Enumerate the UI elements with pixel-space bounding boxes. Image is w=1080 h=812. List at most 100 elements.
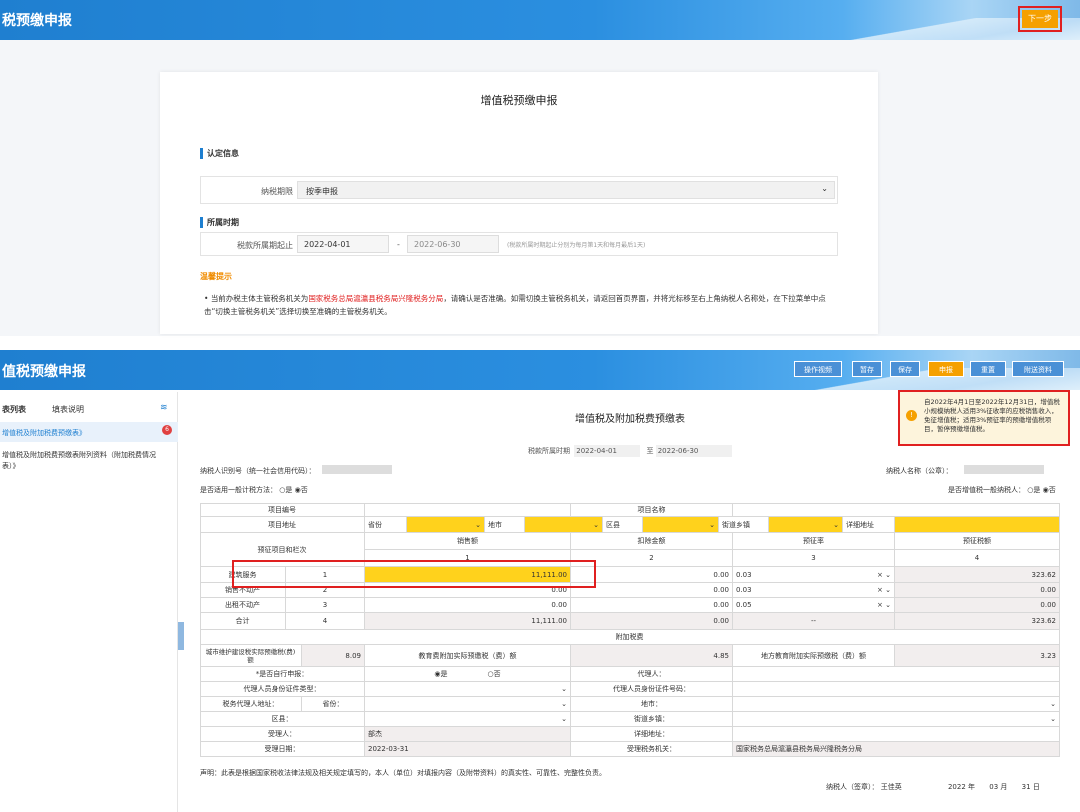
accept-date-value: 2022-03-31 <box>365 742 571 756</box>
row-no: 4 <box>286 613 365 629</box>
section-identify: 认定信息 <box>200 148 239 159</box>
total-deduct: 0.00 <box>571 613 733 629</box>
deduct-input[interactable]: 0.00 <box>571 598 733 612</box>
sidebar: 表列表 填表说明 ≋ 增值税及附加税费预缴表》 6 增值税及附加税费预缴表附列资… <box>0 392 178 812</box>
project-no-input[interactable] <box>365 504 571 516</box>
sign-year: 2022 <box>947 783 966 791</box>
city-label: 地市 <box>485 517 525 532</box>
period-type-select[interactable]: 按季申报 ⌄ <box>297 181 835 199</box>
table-row: 受理人： 部杰 详细地址： <box>200 727 1060 742</box>
project-name-input[interactable] <box>733 504 1060 516</box>
detail-addr-input[interactable] <box>895 517 1060 532</box>
total-sales: 11,111.00 <box>365 613 571 629</box>
rate-value: 0.05 <box>736 601 752 609</box>
form-period-from: 2022-04-01 <box>574 445 641 457</box>
taxpayer-name-masked <box>964 465 1044 474</box>
tax-value: 0.00 <box>895 598 1060 612</box>
section-period: 所属时期 <box>200 217 239 228</box>
sign-name: 王佳英 <box>880 783 902 791</box>
handler-value: 部杰 <box>365 727 571 741</box>
sign-day: 31 <box>1021 783 1031 791</box>
temp-save-button[interactable]: 暂存 <box>852 361 882 377</box>
form-period-label: 税款所属时期 <box>528 447 570 455</box>
clear-chevron-icon[interactable]: × ⌄ <box>877 601 891 609</box>
agent-id-no-input[interactable] <box>733 682 1060 696</box>
rate-select[interactable]: 0.03 × ⌄ <box>733 567 895 582</box>
top-header: 税预缴申报 下一步 <box>0 0 1080 40</box>
col-rate-header: 预征率 <box>733 533 895 549</box>
agent-label: 代理人： <box>571 667 733 681</box>
attachment-button[interactable]: 附送资料 <box>1012 361 1064 377</box>
tab-instructions[interactable]: 填表说明 <box>52 404 84 415</box>
rate-select[interactable]: 0.03 × ⌄ <box>733 583 895 597</box>
detail-addr-input-2[interactable] <box>733 727 1060 741</box>
general-method-label: 是否适用一般计税方法： <box>200 486 277 494</box>
row-name: 出租不动产 <box>200 598 286 612</box>
sidebar-item-label: 增值税及附加税费预缴表》 <box>2 429 86 437</box>
street-select[interactable]: ⌄ <box>769 517 843 532</box>
tab-form-list[interactable]: 表列表 <box>2 404 26 415</box>
date-dash: - <box>397 240 400 249</box>
clear-chevron-icon[interactable]: × ⌄ <box>877 571 891 579</box>
province-select[interactable]: ⌄ <box>407 517 485 532</box>
warning-icon: ! <box>906 410 917 421</box>
taxpayer-name-label: 纳税人名称（公章）： <box>886 467 953 475</box>
save-button[interactable]: 保存 <box>890 361 920 377</box>
general-yes: 是 <box>285 486 293 494</box>
project-name-label: 项目名称 <box>571 504 733 516</box>
row-name: 合计 <box>200 613 286 629</box>
sales-input[interactable]: 0.00 <box>365 598 571 612</box>
table-row: 合计 4 11,111.00 0.00 -- 323.62 <box>200 613 1060 630</box>
stack-icon[interactable]: ≋ <box>160 403 168 413</box>
table-row: 区县： ⌄ 街道乡镇： ⌄ <box>200 712 1060 727</box>
chevron-down-icon: ⌄ <box>821 184 828 193</box>
sidebar-item-attachment[interactable]: 增值税及附加税费预缴表附列资料（附加税费情况表）》 <box>0 450 160 472</box>
table-row: 出租不动产 3 0.00 0.00 0.05 × ⌄ 0.00 <box>200 598 1060 613</box>
next-button[interactable]: 下一步 <box>1022 10 1058 28</box>
district-select-2[interactable]: ⌄ <box>365 712 571 726</box>
col-n4: 4 <box>895 550 1060 566</box>
province-label-2: 省份： <box>302 697 365 711</box>
taxpayer-id-label: 纳税人识别号（统一社会信用代码）： <box>200 467 316 475</box>
table-row: 城市维护建设税实际预缴税(费)额 8.09 教育费附加实际预缴税（费）额 4.8… <box>200 645 1060 667</box>
taxpayer-id-masked <box>322 465 392 474</box>
city-select[interactable]: ⌄ <box>525 517 603 532</box>
row-no: 3 <box>286 598 365 612</box>
district-select[interactable]: ⌄ <box>643 517 719 532</box>
self-declare-radios[interactable]: ◉ 是 ○ 否 <box>365 667 571 681</box>
signature-row: 纳税人（签章）： 王佳英 2022 年 03 月 31 日 <box>826 782 1040 792</box>
declare-button[interactable]: 申报 <box>928 361 964 377</box>
form-period: 税款所属时期 2022-04-01 至 2022-06-30 <box>528 445 732 457</box>
city-tax-label: 城市维护建设税实际预缴税(费)额 <box>200 645 302 666</box>
general-no: 否 <box>300 486 308 494</box>
col-sales-header: 销售额 <box>365 533 571 549</box>
agent-input[interactable] <box>733 667 1060 681</box>
reset-button[interactable]: 重置 <box>970 361 1006 377</box>
agent-id-type-select[interactable]: ⌄ <box>365 682 571 696</box>
tips-title: 温馨提示 <box>200 272 232 281</box>
period-row: 税款所属期起止 2022-04-01 - 2022-06-30 (税款所属时期起… <box>200 232 838 256</box>
sign-label: 纳税人（签章）： <box>826 783 879 791</box>
sidebar-item-prepay[interactable]: 增值税及附加税费预缴表》 6 <box>0 422 178 442</box>
agent-id-no-label: 代理人员身份证件号码： <box>571 682 733 696</box>
street-select-2[interactable]: ⌄ <box>733 712 1060 726</box>
date-to-input[interactable]: 2022-06-30 <box>407 235 499 253</box>
period-type-row: 纳税期限 按季申报 ⌄ <box>200 176 838 204</box>
date-from-input[interactable]: 2022-04-01 <box>297 235 389 253</box>
video-button[interactable]: 操作视频 <box>794 361 842 377</box>
table-row: 税务代理人地址： 省份： ⌄ 地市： ⌄ <box>200 697 1060 712</box>
clear-chevron-icon[interactable]: × ⌄ <box>877 586 891 594</box>
project-no-label: 项目编号 <box>200 504 365 516</box>
city-select-2[interactable]: ⌄ <box>733 697 1060 711</box>
table-row: *是否自行申报： ◉ 是 ○ 否 代理人： <box>200 667 1060 682</box>
general-taxpayer-label: 是否增值税一般纳税人： <box>948 486 1025 494</box>
general-method-row: 是否适用一般计税方法： ○是 ◉否 <box>200 485 308 495</box>
collapse-handle[interactable] <box>178 622 184 650</box>
office-value: 国家税务总局滬灜县税务局兴隆税务分局 <box>733 742 1060 756</box>
tip-office: 国家税务总局滬灜县税务局兴隆税务分局 <box>308 294 444 303</box>
province-select-2[interactable]: ⌄ <box>365 697 571 711</box>
rate-select[interactable]: 0.05 × ⌄ <box>733 598 895 612</box>
district-label-2: 区县： <box>200 712 365 726</box>
edu-label: 教育费附加实际预缴税（费）额 <box>365 645 571 666</box>
district-label: 区县 <box>603 517 643 532</box>
